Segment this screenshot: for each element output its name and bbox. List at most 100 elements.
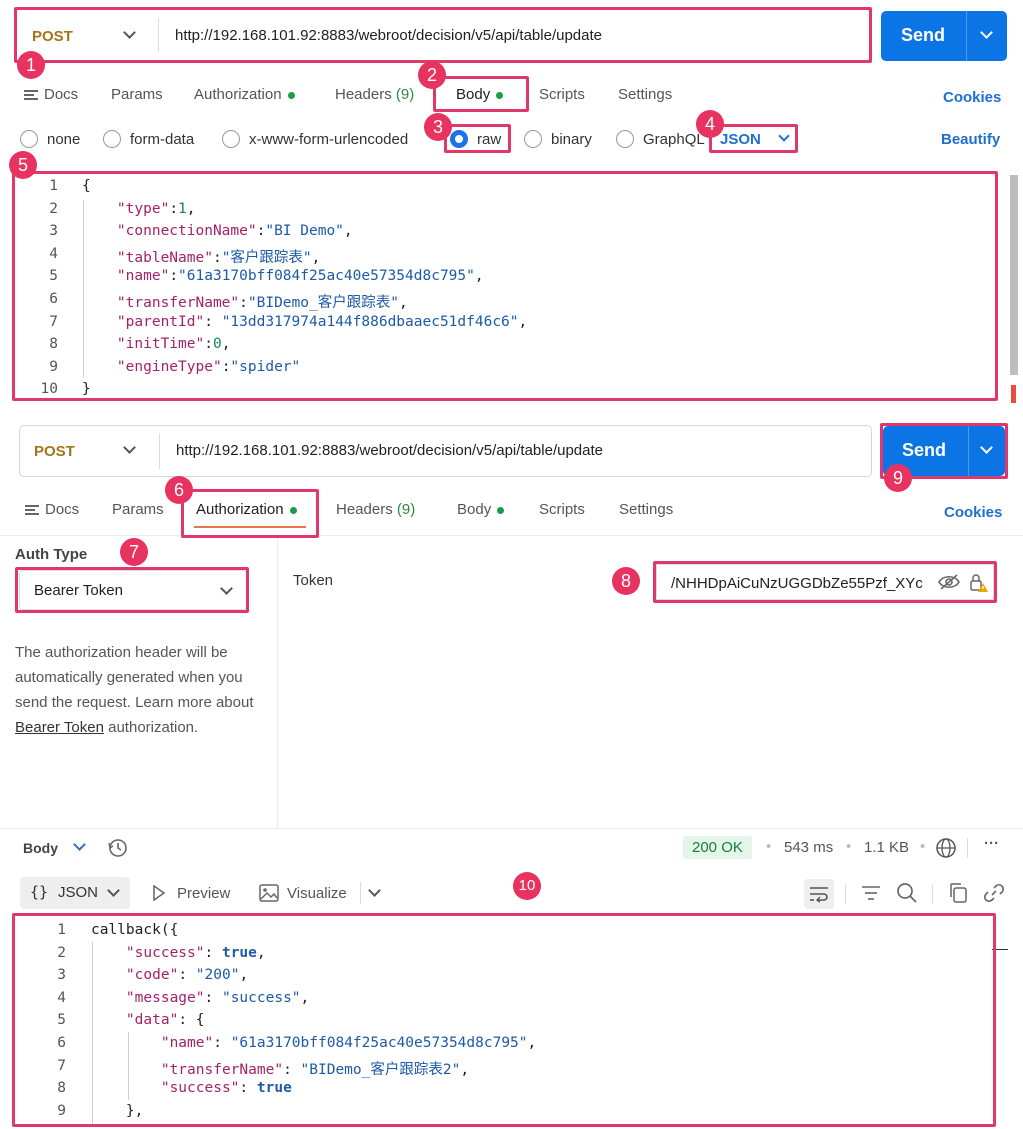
tab-scripts[interactable]: Scripts — [539, 86, 585, 103]
link-icon[interactable] — [983, 882, 1005, 908]
json-punct: , — [343, 223, 353, 240]
tab-docs-label: Docs — [45, 501, 80, 518]
token-label: Token — [293, 572, 334, 589]
auth-type-select[interactable]: Bearer Token — [19, 570, 247, 610]
tab-body[interactable]: Body — [457, 501, 505, 518]
json-value: "spider" — [230, 358, 301, 375]
chevron-down-icon[interactable] — [73, 838, 86, 851]
send-button[interactable]: Send — [881, 11, 1007, 61]
tab-authorization[interactable]: Authorization — [194, 86, 295, 103]
json-colon: : — [213, 1035, 231, 1051]
radio-binary[interactable] — [524, 130, 542, 148]
radio-graphql[interactable] — [616, 130, 634, 148]
tab-docs[interactable]: Docs — [25, 501, 79, 518]
tab-settings[interactable]: Settings — [619, 501, 673, 518]
step-badge-6: 6 — [165, 476, 193, 504]
json-colon: : — [178, 1012, 196, 1029]
token-input[interactable]: /NHHDpAiCuNzUGGDbZe55Pzf_XYc — [656, 564, 994, 600]
tab-settings[interactable]: Settings — [618, 86, 672, 103]
url-input[interactable]: http://192.168.101.92:8883/webroot/decis… — [176, 442, 603, 459]
chevron-down-icon[interactable] — [778, 130, 790, 142]
filter-icon[interactable] — [861, 884, 881, 906]
tab-headers[interactable]: Headers (9) — [336, 501, 415, 518]
format-select[interactable]: JSON — [720, 131, 761, 148]
step-badge-4: 4 — [696, 110, 724, 138]
json-text: callback({ — [91, 922, 179, 938]
chevron-down-icon[interactable] — [220, 582, 233, 595]
json-punct: , — [398, 295, 408, 311]
preview-tab[interactable]: Preview — [177, 885, 230, 902]
url-input[interactable]: http://192.168.101.92:8883/webroot/decis… — [175, 27, 602, 44]
tab-scripts[interactable]: Scripts — [539, 501, 585, 518]
json-punct: , — [311, 249, 321, 266]
auth-description: The authorization header will be automat… — [15, 640, 270, 740]
method-select[interactable]: POST — [34, 443, 75, 460]
radio-form-data[interactable] — [103, 130, 121, 148]
tab-docs-label: Docs — [44, 86, 79, 103]
code-line: callback({ — [91, 922, 178, 938]
json-colon: : — [169, 200, 179, 217]
method-select[interactable]: POST — [32, 28, 73, 45]
divider — [158, 18, 159, 52]
radio-urlencoded[interactable] — [222, 130, 240, 148]
response-format-label: JSON — [58, 884, 99, 901]
line-number: 9 — [49, 358, 58, 375]
json-punct: , — [256, 944, 266, 961]
tab-params[interactable]: Params — [112, 501, 164, 518]
send-button-label: Send — [902, 440, 947, 460]
json-value: "13dd317974a144f886dbaaec51df46c6" — [221, 313, 519, 330]
response-format-select[interactable]: {} JSON — [20, 877, 130, 909]
play-icon — [152, 884, 166, 905]
lock-warning-icon[interactable] — [969, 573, 989, 597]
response-size: 1.1 KB — [864, 839, 910, 856]
divider — [0, 535, 1023, 536]
tab-headers[interactable]: Headers (9) — [335, 86, 414, 103]
response-body-label[interactable]: Body — [23, 840, 58, 856]
json-punct: } — [82, 381, 91, 398]
tab-params[interactable]: Params — [111, 86, 163, 103]
response-body-viewer[interactable]: 1 callback({2 "success": true, 3 "code": "… — [14, 914, 995, 1128]
search-icon[interactable] — [896, 882, 918, 908]
wrap-lines-button[interactable] — [804, 879, 834, 909]
line-number: 6 — [49, 291, 58, 307]
line-number: 3 — [57, 967, 66, 984]
scrollbar[interactable] — [1010, 175, 1018, 375]
json-key: "data" — [125, 1012, 179, 1029]
chevron-down-icon[interactable] — [980, 26, 993, 39]
tab-headers-count: (9) — [395, 86, 415, 103]
eye-off-icon[interactable] — [938, 573, 960, 595]
radio-none[interactable] — [20, 130, 38, 148]
line-number: 9 — [57, 1102, 66, 1119]
json-key: "success" — [160, 1080, 240, 1097]
history-icon[interactable] — [107, 837, 129, 863]
beautify-link[interactable]: Beautify — [941, 131, 1000, 148]
chevron-down-icon[interactable] — [980, 441, 993, 454]
cookies-link[interactable]: Cookies — [943, 89, 1001, 106]
bearer-token-link[interactable]: Bearer Token — [15, 719, 104, 736]
code-line: "message": "success", — [91, 990, 309, 1006]
line-number: 7 — [57, 1057, 66, 1074]
radio-binary-label: binary — [551, 131, 592, 148]
tab-docs[interactable]: Docs — [24, 86, 78, 103]
copy-icon[interactable] — [948, 882, 968, 908]
more-options-icon[interactable]: ··· — [984, 835, 999, 852]
json-value: "61a3170bff084f25ac40e57354d8c795" — [178, 268, 475, 285]
code-line: "transferName":"BIDemo_客户跟踪表", — [82, 291, 408, 312]
chevron-down-icon[interactable] — [368, 884, 381, 897]
globe-icon[interactable] — [935, 837, 957, 863]
tab-authorization[interactable]: Authorization — [196, 501, 297, 518]
status-badge: 200 OK — [683, 836, 752, 859]
json-colon: : — [169, 268, 179, 285]
tab-body[interactable]: Body — [456, 86, 504, 103]
cookies-link[interactable]: Cookies — [944, 504, 1002, 521]
visualize-tab[interactable]: Visualize — [287, 885, 347, 902]
line-number: 5 — [57, 1012, 66, 1029]
radio-raw[interactable] — [450, 130, 468, 148]
request-body-editor[interactable]: 1{2 "type":1, 3 "connectionName":"BI Demo… — [14, 172, 1010, 400]
docs-icon — [25, 503, 39, 517]
